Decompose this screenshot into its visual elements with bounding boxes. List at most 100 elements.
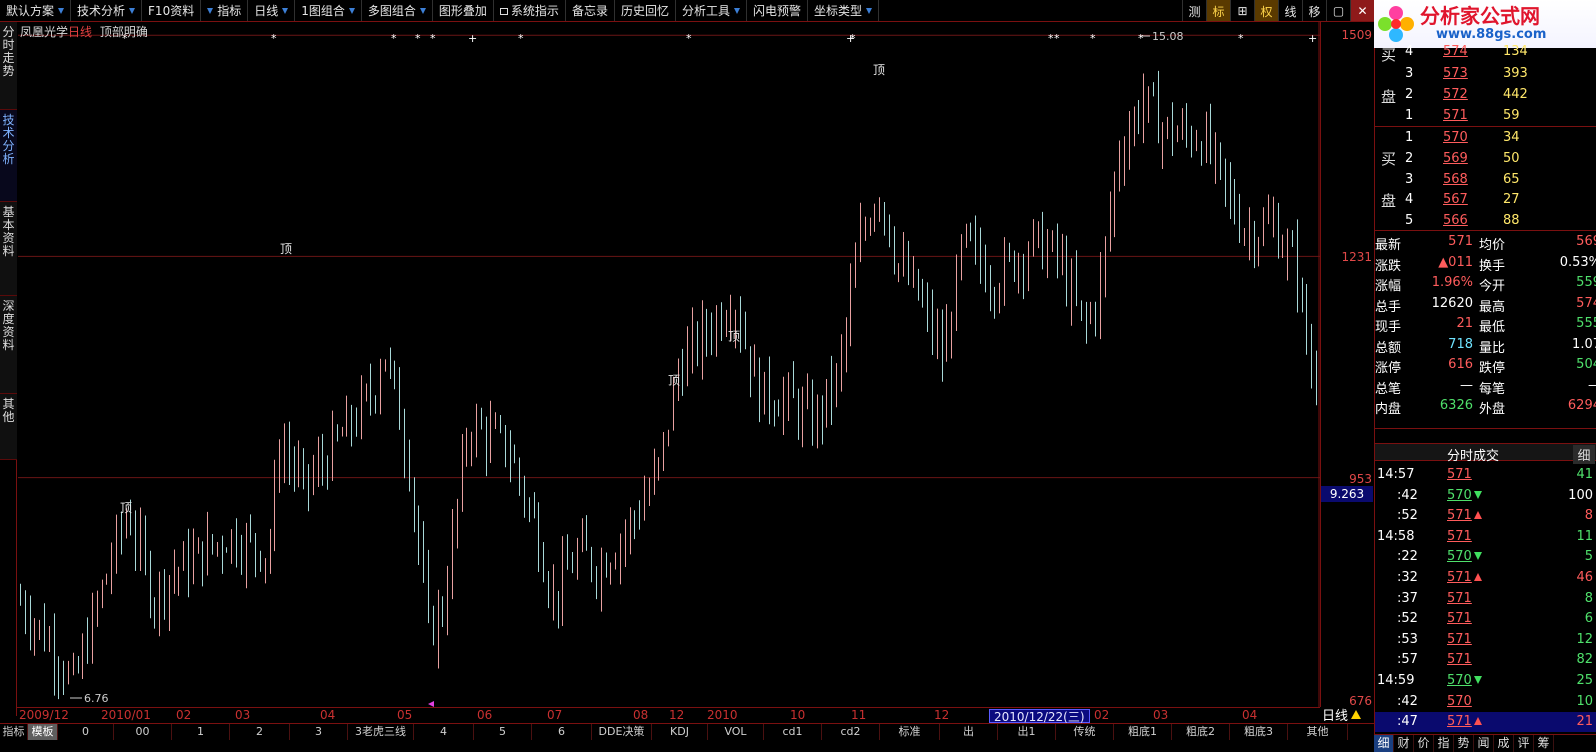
panel-tab-5[interactable]: 闻	[1474, 735, 1494, 752]
level-price: 574	[1443, 44, 1468, 59]
toolbar-button-13[interactable]: 坐标类型	[808, 0, 880, 21]
quote-row: 5 566 88	[1375, 211, 1596, 231]
indicator-tab-0[interactable]: 指标	[0, 724, 28, 740]
indicator-tab-5[interactable]: 2	[230, 724, 290, 740]
indicator-tab-8[interactable]: 4	[414, 724, 474, 740]
panel-tab-2[interactable]: 价	[1414, 735, 1434, 752]
left-tab-2[interactable]: 基本资料	[0, 202, 17, 296]
toolbar-right-button-5[interactable]: 移	[1302, 0, 1326, 21]
quote-panel: 4 574 134 3 573 393 2 572 442 1 571 59 买盘 1 570 34 2 569 5…	[1374, 44, 1596, 752]
indicator-tab-13[interactable]: VOL	[708, 724, 764, 740]
tick-row: 14:58 571 11	[1375, 527, 1596, 547]
indicator-tab-15[interactable]: cd2	[822, 724, 880, 740]
panel-tab-3[interactable]: 指	[1434, 735, 1454, 752]
period-switch[interactable]: 日线	[1322, 707, 1374, 724]
tick-price: 570	[1447, 549, 1472, 565]
toolbar-button-7[interactable]: 图形叠加	[433, 0, 494, 21]
toolbar-button-5[interactable]: 1图组合	[295, 0, 362, 21]
left-tab-0[interactable]: 分时走势	[0, 22, 17, 110]
stat-label: 均价	[1479, 238, 1506, 253]
panel-tab-8[interactable]: 筹	[1534, 735, 1554, 752]
indicator-tab-4[interactable]: 1	[172, 724, 230, 740]
panel-tab-0[interactable]: 细	[1374, 735, 1394, 752]
quote-row: 1 571 59	[1375, 106, 1596, 126]
indicator-tab-11[interactable]: DDE决策	[592, 724, 652, 740]
left-tab-1[interactable]: 技术分析	[0, 110, 17, 202]
indicator-tab-3[interactable]: 00	[114, 724, 172, 740]
indicator-tab-9[interactable]: 5	[474, 724, 532, 740]
toolbar-button-2[interactable]: F10资料	[142, 0, 202, 21]
indicator-tab-1[interactable]: 模板	[28, 724, 58, 740]
quote-row: 2 569 50	[1375, 149, 1596, 169]
indicator-tab-17[interactable]: 出	[940, 724, 998, 740]
panel-tab-7[interactable]: 评	[1514, 735, 1534, 752]
tick-time: :42	[1397, 693, 1418, 709]
stat-label: 量比	[1479, 340, 1506, 356]
sell-label-1: 买	[1381, 46, 1397, 64]
toolbar-button-4[interactable]: 日线	[248, 0, 296, 21]
toolbar-button-label: 系统指示	[510, 4, 559, 18]
level-volume: 34	[1503, 130, 1520, 145]
date-tick-label: 10	[790, 708, 806, 722]
price-tick-label: 676	[1349, 694, 1372, 708]
indicator-tab-6[interactable]: 3	[290, 724, 348, 740]
toolbar-right-button-1[interactable]: 标	[1206, 0, 1230, 21]
toolbar-button-label: 备忘录	[571, 4, 608, 18]
event-marker: *	[1090, 32, 1096, 45]
indicator-tab-2[interactable]: 0	[58, 724, 114, 740]
indicator-tab-14[interactable]: cd1	[764, 724, 822, 740]
toolbar-button-12[interactable]: 闪电预警	[747, 0, 808, 21]
toolbar-button-label: 日线	[254, 4, 279, 18]
indicator-tab-21[interactable]: 粗底2	[1172, 724, 1230, 740]
sell-label-2: 盘	[1381, 88, 1397, 106]
toolbar-button-9[interactable]: 备忘录	[566, 0, 615, 21]
tick-price-wrap: 571	[1447, 632, 1472, 647]
toolbar-button-0[interactable]: 默认方案	[0, 0, 72, 21]
toolbar-button-1[interactable]: 技术分析	[71, 0, 143, 21]
ticks-detail-button[interactable]: 细	[1573, 445, 1595, 464]
indicator-tab-18[interactable]: 出1	[998, 724, 1056, 740]
toolbar-right-button-0[interactable]: 测	[1182, 0, 1206, 21]
toolbar-button-11[interactable]: 分析工具	[676, 0, 747, 21]
level-num: 4	[1405, 44, 1414, 59]
left-tab-4[interactable]: 其他	[0, 394, 17, 460]
left-tab-3[interactable]: 深度资料	[0, 296, 17, 394]
tick-row: :52 571 6	[1375, 609, 1596, 629]
tick-time: :52	[1397, 508, 1418, 524]
panel-tab-6[interactable]: 成	[1494, 735, 1514, 752]
chevron-down-icon	[348, 7, 355, 14]
quote-row: 3 573 393	[1375, 64, 1596, 84]
toolbar-button-3[interactable]: 指标	[201, 0, 249, 21]
indicator-tab-20[interactable]: 粗底1	[1114, 724, 1172, 740]
divider	[1375, 126, 1596, 127]
toolbar-button-10[interactable]: 历史回忆	[615, 0, 676, 21]
arrow-down-icon	[1473, 552, 1482, 561]
toolbar-right-button-7[interactable]: ✕	[1350, 0, 1374, 21]
tick-price: 571	[1447, 652, 1472, 668]
tick-volume: 41	[1576, 467, 1593, 482]
toolbar-right-button-3[interactable]: 权	[1254, 0, 1278, 21]
event-marker: *	[271, 32, 277, 45]
arrow-up-icon	[1473, 717, 1482, 726]
toolbar-button-8[interactable]: 系统指示	[494, 0, 566, 21]
event-marker: +	[468, 32, 477, 45]
indicator-tab-10[interactable]: 6	[532, 724, 592, 740]
top-signal-marker: 顶	[728, 330, 740, 344]
panel-tab-4[interactable]: 势	[1454, 735, 1474, 752]
toolbar-button-6[interactable]: 多图组合	[362, 0, 433, 21]
indicator-tab-19[interactable]: 传统	[1056, 724, 1114, 740]
toolbar-right-button-4[interactable]: 线	[1278, 0, 1302, 21]
kline-chart-area[interactable]: 15.086.76顶顶顶顶顶顶*****+**+******+	[18, 22, 1320, 707]
toolbar-right-button-6[interactable]: ▢	[1326, 0, 1350, 21]
toolbar-right-button-2[interactable]: ⊞	[1230, 0, 1254, 21]
panel-tab-1[interactable]: 财	[1394, 735, 1414, 752]
indicator-tab-7[interactable]: 3老虎三线	[348, 724, 414, 740]
kline-chart[interactable]: 15.086.76顶顶顶顶顶顶*****+**+******+	[18, 22, 1320, 707]
lock-icon	[499, 8, 508, 15]
cursor-date-box: 2010/12/22(三)	[989, 709, 1090, 724]
high-marker-label: 15.08	[1152, 30, 1184, 43]
indicator-tab-23[interactable]: 其他	[1288, 724, 1348, 740]
indicator-tab-16[interactable]: 标准	[880, 724, 940, 740]
indicator-tab-22[interactable]: 粗底3	[1230, 724, 1288, 740]
indicator-tab-12[interactable]: KDJ	[652, 724, 708, 740]
